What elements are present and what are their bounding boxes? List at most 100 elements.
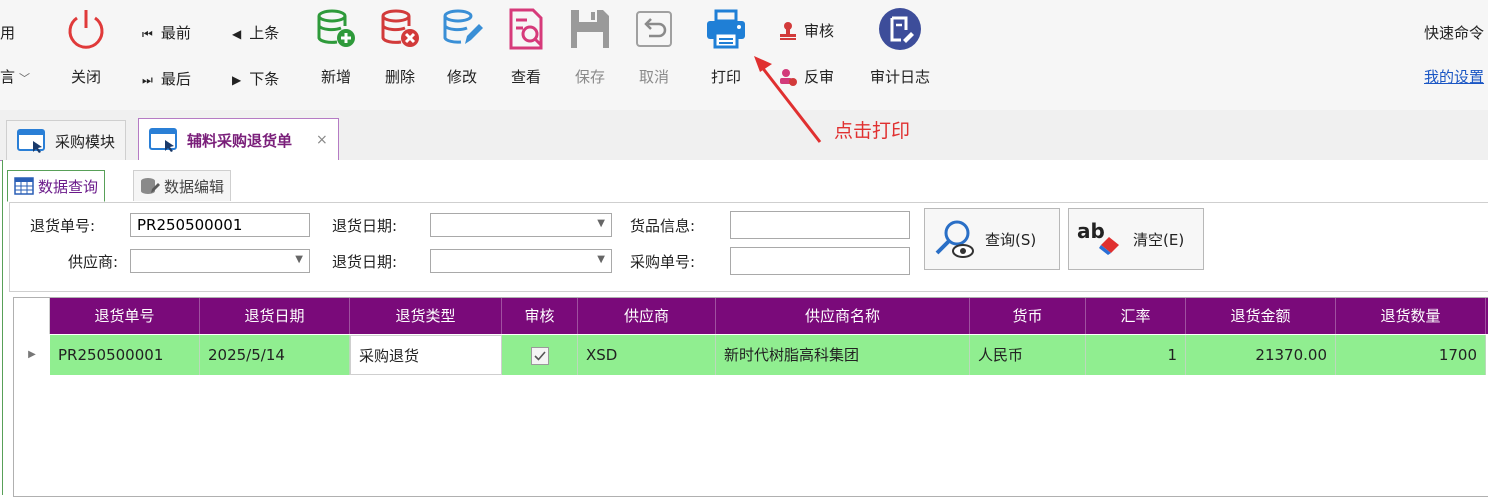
purchase-no-label: 采购单号: <box>630 253 696 271</box>
audit-log-label: 审计日志 <box>869 68 930 86</box>
eraser-icon: ab <box>1077 217 1125 261</box>
checkmark-icon <box>533 350 546 361</box>
close-label: 关闭 <box>70 68 101 86</box>
tab-purchase-module[interactable]: 采购模块 <box>6 120 127 161</box>
database-edit-icon <box>443 9 483 44</box>
view-label: 查看 <box>510 68 541 86</box>
magnifier-eye-icon <box>935 220 974 258</box>
nav-prev-button[interactable]: ◀ 上条 <box>232 22 279 43</box>
stamp-icon <box>780 21 796 40</box>
column-header[interactable]: 退货数量 <box>1336 298 1486 334</box>
annotation-arrow-icon <box>754 56 822 143</box>
audit-checkbox[interactable] <box>530 346 549 365</box>
floppy-disk-icon <box>571 10 609 48</box>
column-header[interactable]: 汇率 <box>1086 298 1186 334</box>
cell-return-no[interactable]: PR250500001 <box>50 335 200 375</box>
edit-label: 修改 <box>446 68 477 86</box>
column-header[interactable]: 审核 <box>502 298 578 334</box>
return-date-from-label: 退货日期: <box>332 217 398 235</box>
close-button[interactable]: 关闭 <box>56 6 116 86</box>
cell-audited[interactable] <box>502 335 578 375</box>
column-header[interactable]: 退货金额 <box>1186 298 1336 334</box>
return-no-label: 退货单号: <box>30 217 96 235</box>
cell-return-type[interactable]: 采购退货 <box>350 335 502 375</box>
database-edit-icon <box>141 178 160 194</box>
query-button[interactable]: 查询(S) <box>924 208 1060 270</box>
my-settings-link[interactable]: 我的设置 <box>1424 66 1488 87</box>
audit-button[interactable]: 审核 <box>778 20 834 41</box>
annotation-text: 点击打印 <box>834 120 911 142</box>
cancel-button[interactable]: 取消 <box>624 6 684 86</box>
dropdown-arrow-icon: ▼ <box>597 218 605 229</box>
grid-header-indicator <box>14 298 50 334</box>
cell-supplier[interactable]: XSD <box>578 335 716 375</box>
power-icon <box>68 10 104 49</box>
add-label: 新增 <box>320 68 351 86</box>
clear-button[interactable]: ab 清空(E) <box>1068 208 1204 270</box>
document-search-icon <box>509 8 543 50</box>
cell-quantity[interactable]: 1700 <box>1336 335 1486 375</box>
supplier-select[interactable]: ▼ <box>130 249 310 273</box>
column-header[interactable]: 货币 <box>970 298 1086 334</box>
row-indicator-icon: ▶ <box>28 349 36 360</box>
nav-first-button[interactable]: ⏮ 最前 <box>142 22 191 43</box>
column-header[interactable]: 退货类型 <box>350 298 502 334</box>
return-date-to-picker[interactable]: ▼ <box>430 249 612 273</box>
table-row[interactable]: ▶ PR250500001 2025/5/14 采购退货 XSD 新时代树脂高科… <box>14 335 1488 375</box>
cell-currency[interactable]: 人民币 <box>970 335 1086 375</box>
goods-info-input[interactable] <box>730 211 910 239</box>
sub-tab-bar: 数据查询 数据编辑 <box>3 160 1488 202</box>
edit-button[interactable]: 修改 <box>432 6 492 86</box>
column-header[interactable]: 供应商 <box>578 298 716 334</box>
purchase-no-input[interactable] <box>730 247 910 275</box>
cell-rate[interactable]: 1 <box>1086 335 1186 375</box>
content-panel: 数据查询 数据编辑 退货单号: 供应商: ▼ 退货日期: ▼ 退货日期: ▼ <box>2 160 1488 497</box>
tab-data-query[interactable]: 数据查询 <box>7 170 106 202</box>
goods-info-label: 货品信息: <box>630 217 696 235</box>
return-orders-grid: 退货单号 退货日期 退货类型 审核 供应商 供应商名称 货币 汇率 退货金额 退… <box>13 297 1488 497</box>
database-add-icon <box>317 9 355 47</box>
tab-material-purchase-return[interactable]: 辅料采购退货单 × <box>138 118 339 162</box>
tab-data-edit[interactable]: 数据编辑 <box>133 170 232 201</box>
search-filter-area: 退货单号: 供应商: ▼ 退货日期: ▼ 退货日期: ▼ 货品信息: 采购单号: <box>9 202 1488 292</box>
skip-last-icon: ⏭ <box>142 73 153 87</box>
supplier-label: 供应商: <box>67 253 118 271</box>
return-date-to-label: 退货日期: <box>332 253 398 271</box>
add-button[interactable]: 新增 <box>306 6 366 86</box>
skip-first-icon: ⏮ <box>142 27 153 41</box>
view-button[interactable]: 查看 <box>496 6 556 86</box>
return-no-input[interactable] <box>130 213 310 237</box>
return-date-from-picker[interactable]: ▼ <box>430 213 612 237</box>
column-header[interactable]: 退货日期 <box>200 298 350 334</box>
nav-last-button[interactable]: ⏭ 最后 <box>142 68 191 89</box>
delete-button[interactable]: 删除 <box>370 6 430 86</box>
undo-icon <box>636 11 672 47</box>
dropdown-arrow-icon: ▼ <box>295 254 303 265</box>
audit-log-button[interactable]: 审计日志 <box>870 6 930 86</box>
cell-supplier-name[interactable]: 新时代树脂高科集团 <box>716 335 970 375</box>
save-button[interactable]: 保存 <box>560 6 620 86</box>
cell-return-date[interactable]: 2025/5/14 <box>200 335 350 375</box>
quick-command-label[interactable]: 快速命令 <box>1424 22 1488 43</box>
delete-label: 删除 <box>384 68 415 86</box>
tab-close-icon[interactable]: × <box>316 132 328 148</box>
column-header[interactable]: 退货单号 <box>50 298 200 334</box>
column-header[interactable]: 供应商名称 <box>716 298 970 334</box>
dropdown-arrow-icon: ▼ <box>597 254 605 265</box>
window-cursor-icon <box>149 128 177 152</box>
nav-next-button[interactable]: ▶ 下条 <box>232 68 279 89</box>
cancel-label: 取消 <box>638 68 669 86</box>
audit-log-icon <box>879 8 921 50</box>
triangle-left-icon: ◀ <box>232 27 242 41</box>
grid-header: 退货单号 退货日期 退货类型 审核 供应商 供应商名称 货币 汇率 退货金额 退… <box>14 298 1488 334</box>
triangle-right-icon: ▶ <box>232 73 242 87</box>
window-cursor-icon <box>17 129 45 153</box>
print-button[interactable]: 打印 <box>696 6 756 86</box>
grid-table-icon <box>14 177 34 195</box>
save-label: 保存 <box>574 68 605 86</box>
toolbar-partial-label-bottom[interactable]: 言 ﹀ <box>0 66 30 87</box>
printer-icon <box>707 9 745 49</box>
toolbar-partial-label-top[interactable]: 用 <box>0 22 15 43</box>
chevron-down-icon: ﹀ <box>19 72 31 85</box>
cell-amount[interactable]: 21370.00 <box>1186 335 1336 375</box>
